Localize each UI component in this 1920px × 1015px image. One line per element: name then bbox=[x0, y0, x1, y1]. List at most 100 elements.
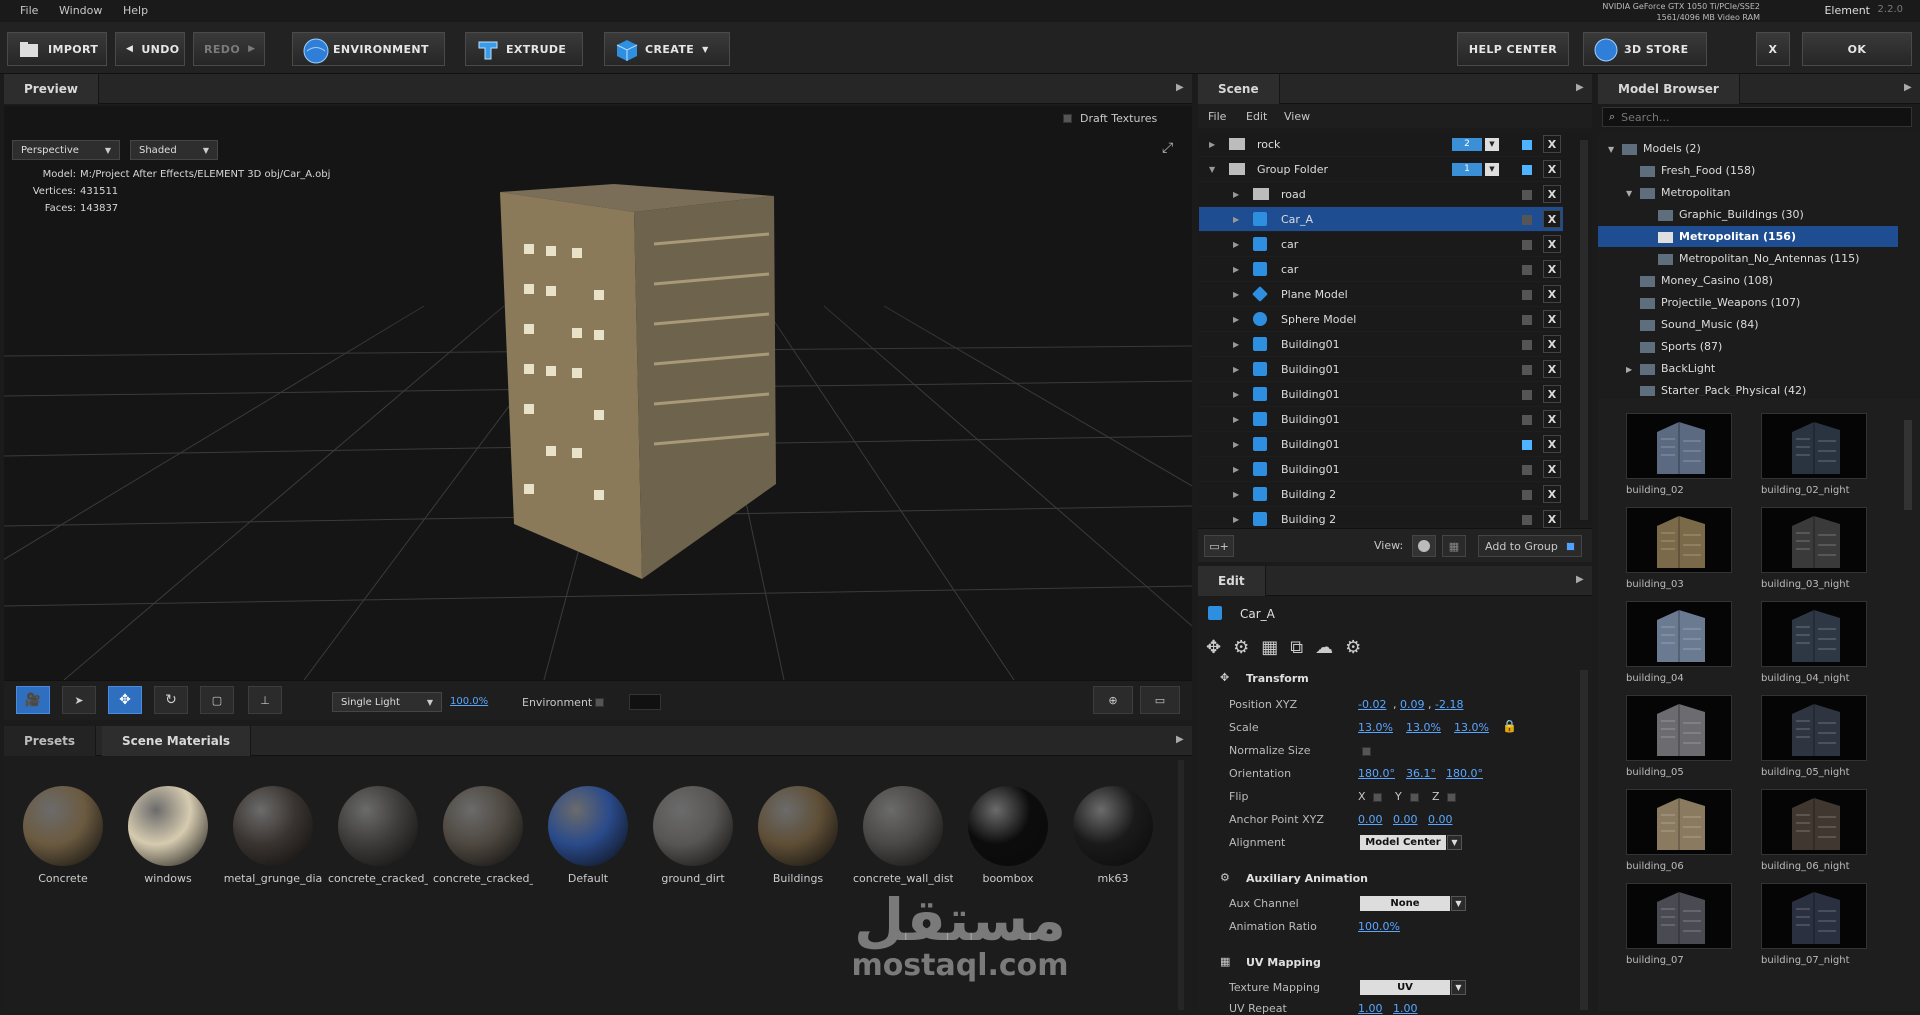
material-item[interactable]: Concrete bbox=[13, 786, 113, 885]
collapse-icon[interactable]: ▶ bbox=[1576, 82, 1584, 93]
visibility-toggle[interactable] bbox=[1522, 390, 1532, 400]
chevron-right-icon[interactable]: ▶ bbox=[1233, 365, 1239, 374]
thumb-scrollbar[interactable] bbox=[1904, 420, 1912, 510]
delete-button[interactable]: X bbox=[1543, 210, 1561, 228]
edit-scrollbar[interactable] bbox=[1580, 670, 1588, 1010]
move-icon[interactable]: ✥ bbox=[1206, 637, 1221, 658]
chevron-down-icon[interactable]: ▼ bbox=[1608, 139, 1622, 160]
create-button[interactable]: CREATE ▼ bbox=[604, 32, 730, 66]
environment-button[interactable]: ENVIRONMENT bbox=[292, 32, 445, 66]
orientation-z[interactable]: 180.0° bbox=[1446, 767, 1483, 780]
tree-item[interactable]: Sound_Music (84) bbox=[1598, 314, 1898, 335]
undo-button[interactable]: ◀ UNDO bbox=[115, 32, 185, 66]
texture-mapping-select[interactable]: UV bbox=[1360, 980, 1450, 995]
instance-count[interactable]: 2 bbox=[1452, 138, 1482, 151]
add-to-group-checkbox[interactable] bbox=[1566, 541, 1575, 551]
delete-button[interactable]: X bbox=[1543, 360, 1561, 378]
scene-row[interactable]: ▶ Building01 X bbox=[1199, 407, 1563, 432]
delete-button[interactable]: X bbox=[1543, 410, 1561, 428]
material-item[interactable]: ground_dirt bbox=[643, 786, 743, 885]
shading-select[interactable]: Shaded ▼ bbox=[130, 140, 218, 160]
scene-row[interactable]: ▶ Plane Model X bbox=[1199, 282, 1563, 307]
model-thumbnail[interactable] bbox=[1761, 883, 1867, 949]
axis-tool-button[interactable]: ⊥ bbox=[248, 686, 282, 714]
anchor-x[interactable]: 0.00 bbox=[1358, 813, 1383, 826]
scale-z[interactable]: 13.0% bbox=[1454, 721, 1489, 734]
scene-menu-file[interactable]: File bbox=[1208, 110, 1226, 123]
visibility-toggle[interactable] bbox=[1522, 415, 1532, 425]
scale-tool-button[interactable]: ▢ bbox=[200, 686, 234, 714]
chevron-right-icon[interactable]: ▶ bbox=[1233, 490, 1239, 499]
tree-item[interactable]: Money_Casino (108) bbox=[1598, 270, 1898, 291]
scene-menu-view[interactable]: View bbox=[1284, 110, 1310, 123]
scene-row[interactable]: ▶ Building01 X bbox=[1199, 382, 1563, 407]
scale-y[interactable]: 13.0% bbox=[1406, 721, 1441, 734]
model-thumbnail[interactable] bbox=[1626, 883, 1732, 949]
model-thumbnail[interactable] bbox=[1626, 601, 1732, 667]
scene-row[interactable]: ▶ Car_A X bbox=[1199, 207, 1563, 232]
visibility-toggle[interactable] bbox=[1522, 340, 1532, 350]
add-to-group-button[interactable]: Add to Group bbox=[1478, 535, 1582, 557]
ok-button[interactable]: OK bbox=[1802, 32, 1912, 66]
tab-scene-materials[interactable]: Scene Materials bbox=[102, 726, 252, 756]
duplicate-icon[interactable]: ⧉ bbox=[1290, 637, 1303, 658]
visibility-toggle[interactable] bbox=[1522, 165, 1532, 175]
model-thumbnail[interactable] bbox=[1761, 507, 1867, 573]
material-item[interactable]: boombox bbox=[958, 786, 1058, 885]
chevron-right-icon[interactable]: ▶ bbox=[1233, 215, 1239, 224]
visibility-toggle[interactable] bbox=[1522, 315, 1532, 325]
delete-button[interactable]: X bbox=[1543, 310, 1561, 328]
chevron-down-icon[interactable]: ▼ bbox=[1451, 980, 1466, 995]
chevron-right-icon[interactable]: ▶ bbox=[1233, 390, 1239, 399]
chevron-down-icon[interactable]: ▼ bbox=[1209, 165, 1215, 174]
normalize-checkbox[interactable] bbox=[1362, 747, 1371, 756]
lock-icon[interactable]: 🔒 bbox=[1502, 719, 1517, 733]
material-item[interactable]: concrete_cracked_ bbox=[433, 786, 533, 885]
delete-button[interactable]: X bbox=[1543, 260, 1561, 278]
delete-button[interactable]: X bbox=[1543, 135, 1561, 153]
chevron-right-icon[interactable]: ▶ bbox=[1233, 240, 1239, 249]
scene-row[interactable]: ▶ Sphere Model X bbox=[1199, 307, 1563, 332]
chevron-right-icon[interactable]: ▶ bbox=[1209, 140, 1215, 149]
material-item[interactable]: windows bbox=[118, 786, 218, 885]
visibility-toggle[interactable] bbox=[1522, 465, 1532, 475]
tab-model-browser[interactable]: Model Browser bbox=[1598, 74, 1740, 104]
camera-select[interactable]: Perspective ▼ bbox=[12, 140, 120, 160]
tab-scene[interactable]: Scene bbox=[1198, 74, 1280, 104]
chevron-down-icon[interactable]: ▼ bbox=[1451, 896, 1466, 911]
tree-item[interactable]: Metropolitan_No_Antennas (115) bbox=[1598, 248, 1898, 269]
scene-row[interactable]: ▶ car X bbox=[1199, 232, 1563, 257]
import-button[interactable]: IMPORT bbox=[7, 32, 107, 66]
uv-repeat-v[interactable]: 1.00 bbox=[1393, 1002, 1418, 1015]
render-view-button[interactable]: ▭ bbox=[1140, 686, 1180, 714]
material-item[interactable]: mk63 bbox=[1063, 786, 1163, 885]
chevron-down-icon[interactable]: ▼ bbox=[1447, 835, 1462, 850]
visibility-toggle[interactable] bbox=[1522, 440, 1532, 450]
position-y[interactable]: 0.09 bbox=[1400, 698, 1425, 711]
tree-item[interactable]: Sports (87) bbox=[1598, 336, 1898, 357]
menu-window[interactable]: Window bbox=[59, 4, 102, 17]
tree-item[interactable]: Projectile_Weapons (107) bbox=[1598, 292, 1898, 313]
scene-row[interactable]: ▶ Building01 X bbox=[1199, 457, 1563, 482]
tree-item[interactable]: ▶ BackLight bbox=[1598, 358, 1898, 379]
collapse-icon[interactable]: ▶ bbox=[1904, 82, 1912, 93]
alignment-select[interactable]: Model Center bbox=[1360, 835, 1446, 850]
redo-button[interactable]: REDO ▶ bbox=[193, 32, 265, 66]
visibility-toggle[interactable] bbox=[1522, 490, 1532, 500]
scene-row[interactable]: ▶ Building01 X bbox=[1199, 332, 1563, 357]
aux-channel-select[interactable]: None bbox=[1360, 896, 1450, 911]
camera-tool-button[interactable]: 🎥 bbox=[16, 686, 50, 714]
visibility-toggle[interactable] bbox=[1522, 190, 1532, 200]
chevron-right-icon[interactable]: ▶ bbox=[1233, 340, 1239, 349]
anim-ratio-value[interactable]: 100.0% bbox=[1358, 920, 1400, 933]
position-x[interactable]: -0.02 bbox=[1358, 698, 1386, 711]
tab-edit[interactable]: Edit bbox=[1198, 566, 1266, 596]
delete-button[interactable]: X bbox=[1543, 185, 1561, 203]
view-texture-button[interactable]: ▦ bbox=[1442, 535, 1466, 557]
draft-textures-checkbox[interactable] bbox=[1063, 114, 1072, 123]
model-thumbnail[interactable] bbox=[1626, 789, 1732, 855]
materials-scrollbar[interactable] bbox=[1178, 760, 1184, 1010]
select-tool-button[interactable]: ➤ bbox=[62, 686, 96, 714]
material-item[interactable]: concrete_cracked_ bbox=[328, 786, 428, 885]
extrude-button[interactable]: EXTRUDE bbox=[465, 32, 583, 66]
